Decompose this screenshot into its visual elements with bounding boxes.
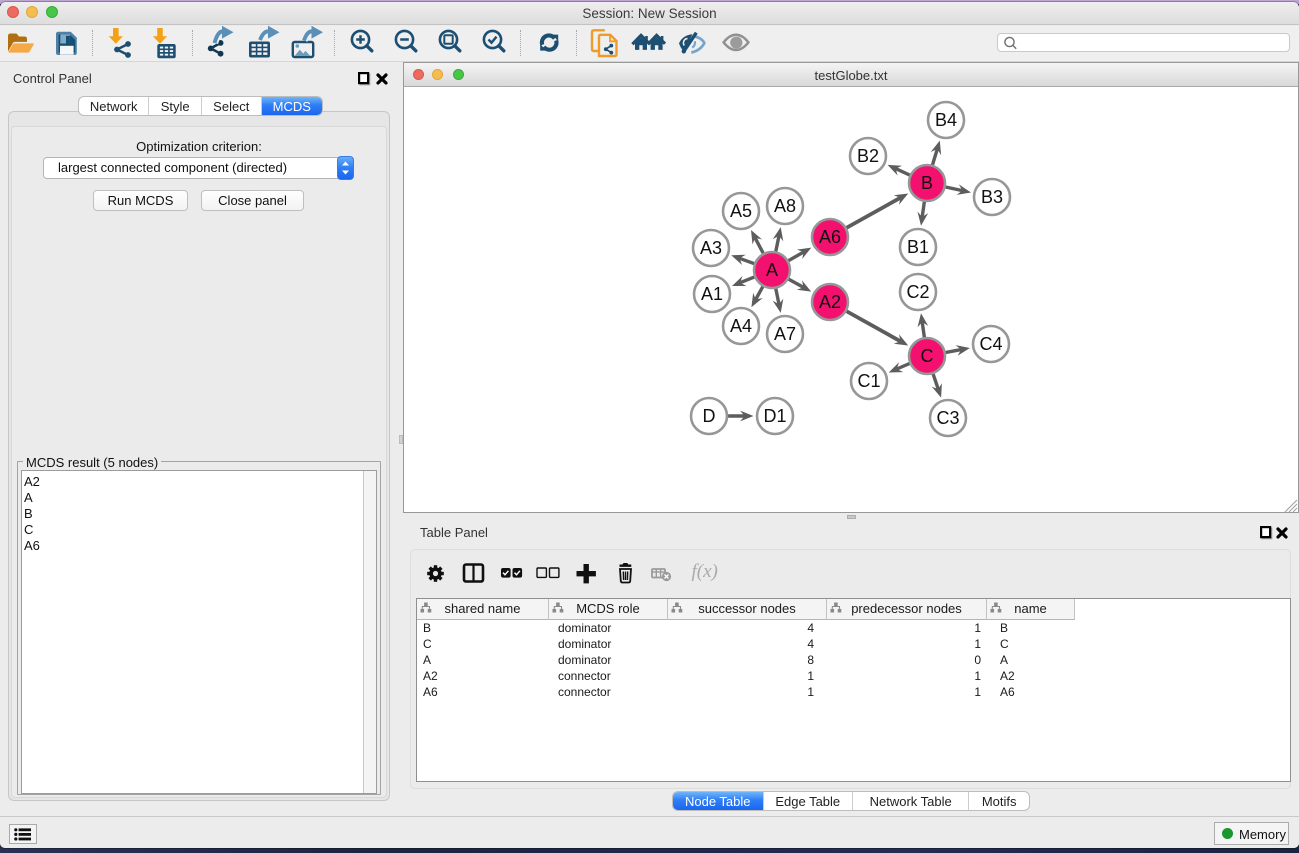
- svg-text:B: B: [921, 173, 933, 193]
- svg-text:A8: A8: [774, 196, 796, 216]
- svg-text:B2: B2: [857, 146, 879, 166]
- svg-text:D: D: [703, 406, 716, 426]
- svg-text:A6: A6: [819, 227, 841, 247]
- svg-text:C: C: [921, 346, 934, 366]
- svg-text:A3: A3: [700, 238, 722, 258]
- svg-text:D1: D1: [763, 406, 786, 426]
- svg-text:A5: A5: [730, 201, 752, 221]
- svg-text:C2: C2: [906, 282, 929, 302]
- svg-text:A2: A2: [819, 292, 841, 312]
- svg-text:B3: B3: [981, 187, 1003, 207]
- svg-text:A7: A7: [774, 324, 796, 344]
- svg-text:C4: C4: [979, 334, 1002, 354]
- svg-text:A4: A4: [730, 316, 752, 336]
- svg-text:B1: B1: [907, 237, 929, 257]
- svg-text:f(x): f(x): [692, 561, 718, 582]
- svg-text:B4: B4: [935, 110, 957, 130]
- svg-text:A1: A1: [701, 284, 723, 304]
- svg-text:C1: C1: [857, 371, 880, 391]
- svg-text:C3: C3: [936, 408, 959, 428]
- svg-text:A: A: [766, 260, 778, 280]
